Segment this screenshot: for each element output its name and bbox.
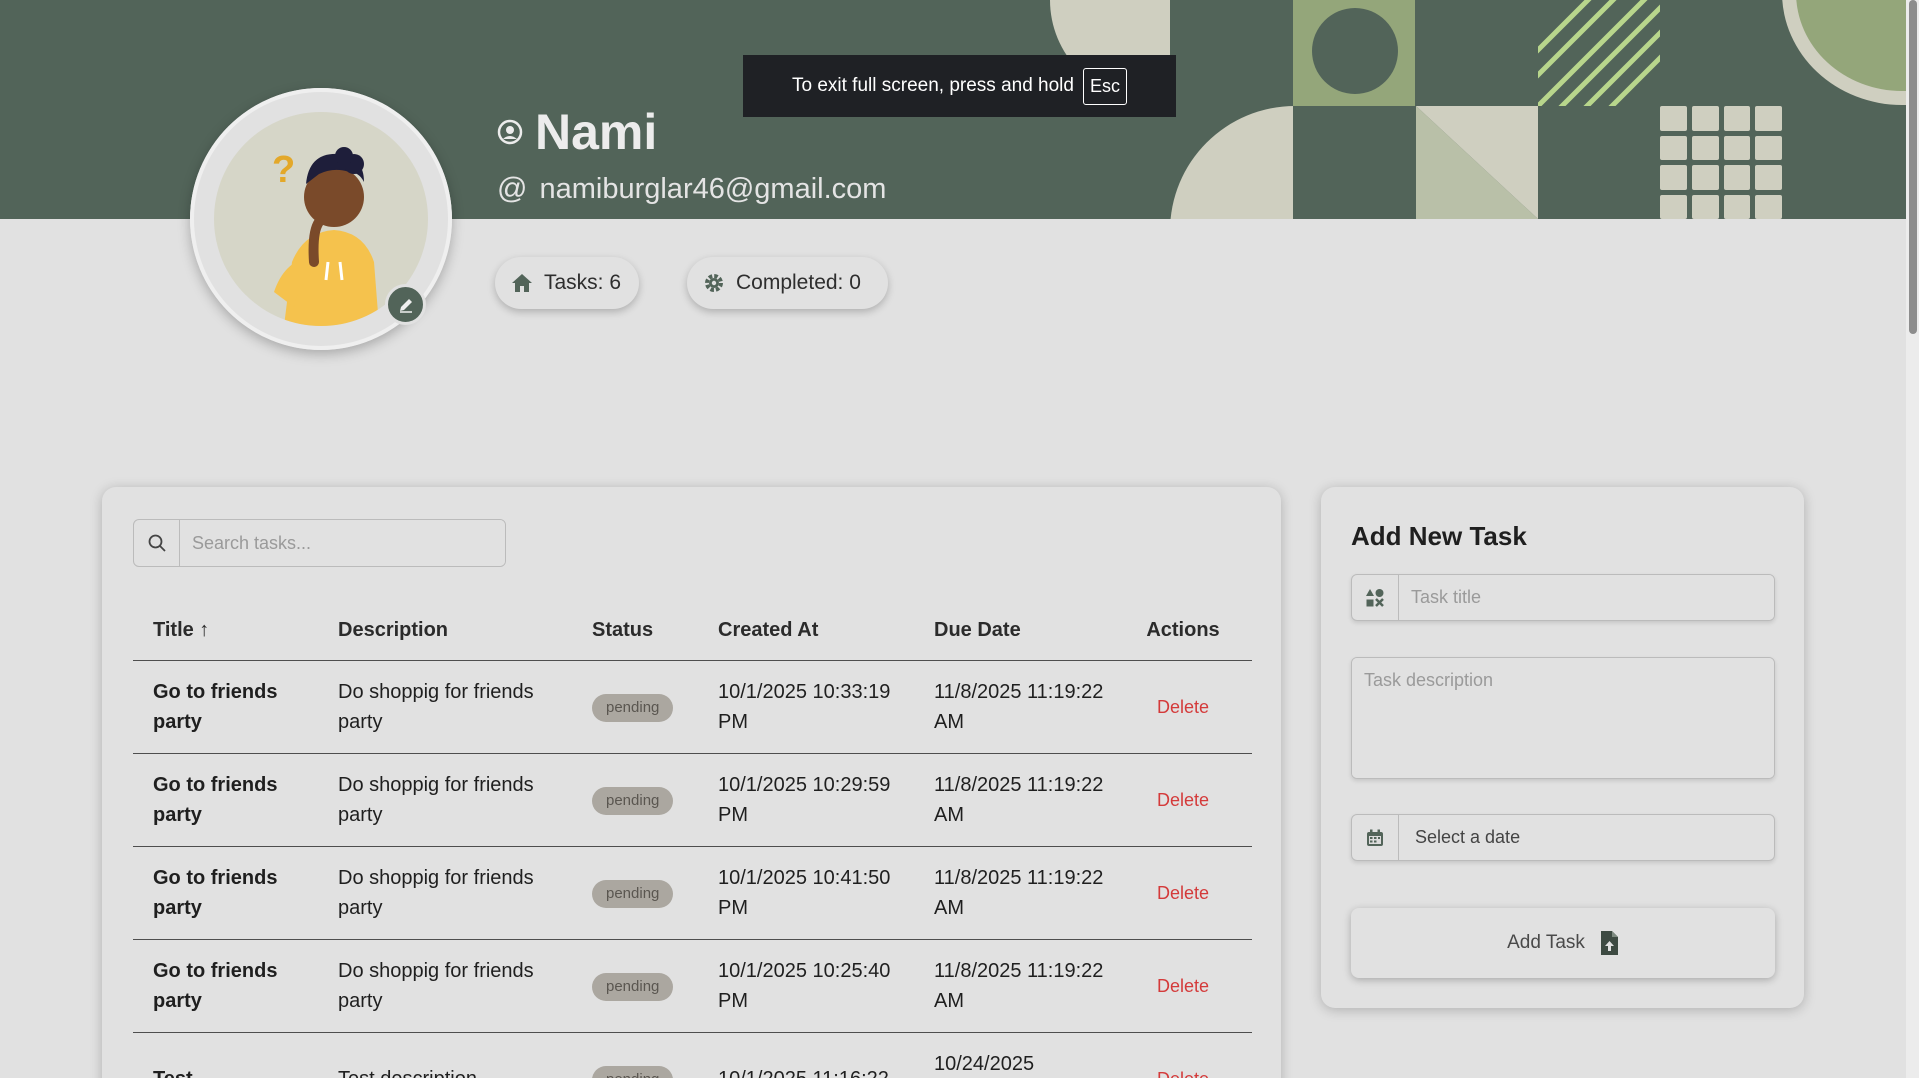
toast-message: To exit full screen, press and hold [791,75,1074,96]
task-title: Test [133,1031,318,1078]
add-task-button-label: Add Task [1507,932,1585,953]
user-email-text: namiburglar46@gmail.com [539,172,887,205]
task-status: pending [572,752,698,846]
at-icon: @ [497,172,528,205]
banner-decoration [1170,0,1294,106]
task-created-at: 10/1/2025 10:25:40 PM [698,938,914,1032]
delete-button[interactable]: Delete [1114,659,1252,753]
edit-avatar-button[interactable] [385,284,426,325]
task-title: Go to friends party [133,938,318,1032]
user-name-text: Nami [535,104,658,160]
table-header-row: Title ↑ Description Status Created At Du… [133,612,1252,660]
svg-text:?: ? [272,149,295,191]
task-created-at: 10/1/2025 10:41:50 PM [698,845,914,939]
column-header-created-at: Created At [718,618,819,641]
delete-button[interactable]: Delete [1114,1031,1252,1078]
task-description: Test description [318,1031,572,1078]
column-header-status: Status [592,618,654,641]
user-circle-icon [497,119,523,145]
tasks-count-text: Tasks: 6 [544,271,622,294]
task-title-field [1351,574,1775,621]
table-row: Go to friends party Do shoppig for frien… [133,938,1252,1032]
user-name: Nami [497,103,657,161]
task-title-input[interactable] [1399,575,1774,620]
task-description-field [1351,657,1775,779]
home-icon [512,274,532,292]
status-badge: pending [592,694,674,722]
column-header-actions: Actions [1146,618,1220,641]
delete-button[interactable]: Delete [1114,845,1252,939]
task-description: Do shoppig for friends party [318,659,572,753]
scrollbar-thumb[interactable] [1909,0,1917,334]
task-title: Go to friends party [133,845,318,939]
task-due-date: 11/8/2025 11:19:22 AM [914,752,1114,846]
task-description-input[interactable] [1352,658,1774,778]
gear-icon [705,274,723,292]
pencil-icon [399,298,412,313]
fullscreen-toast: To exit full screen, press and hold Esc [743,55,1176,117]
banner-decoration [1660,106,1782,219]
banner-decoration [1782,0,1906,105]
task-description: Do shoppig for friends party [318,938,572,1032]
completed-count-text: Completed: 0 [736,271,861,294]
tasks-table: Title ↑ Description Status Created At Du… [133,612,1252,1078]
status-badge: pending [592,1066,674,1078]
shapes-icon [1352,575,1399,620]
due-date-field[interactable]: Select a date [1351,814,1775,861]
task-due-date: 11/8/2025 11:19:22 AM [914,938,1114,1032]
completed-count-badge: Completed: 0 [687,257,888,309]
page-scrollbar[interactable] [1906,0,1919,1078]
search-box [133,519,506,567]
file-upload-icon [1600,931,1618,955]
column-header-due-date: Due Date [934,618,1021,641]
task-title: Go to friends party [133,659,318,753]
add-task-panel: Add New Task Select a date Add Task [1321,487,1804,1008]
table-row: Go to friends party Do shoppig for frien… [133,845,1252,939]
task-created-at: 10/1/2025 10:33:19 PM [698,659,914,753]
task-description: Do shoppig for friends party [318,752,572,846]
column-header-title[interactable]: Title ↑ [133,612,318,660]
task-description: Do shoppig for friends party [318,845,572,939]
task-title: Go to friends party [133,752,318,846]
search-input[interactable] [180,520,505,566]
calendar-icon [1352,815,1399,860]
banner-decoration [1538,0,1660,106]
search-icon [134,520,180,566]
task-due-date: 11/8/2025 11:19:22 AM [914,659,1114,753]
task-created-at: 10/1/2025 11:16:22 [698,1031,914,1078]
esc-key: Esc [1082,67,1127,105]
banner-decoration [1312,8,1398,94]
table-row: Test Test description pending 10/1/2025 … [133,1031,1252,1078]
add-task-heading: Add New Task [1351,521,1527,551]
status-badge: pending [592,787,674,815]
task-status: pending [572,938,698,1032]
add-task-button[interactable]: Add Task [1351,908,1775,978]
due-date-value: Select a date [1415,827,1521,847]
table-row: Go to friends party Do shoppig for frien… [133,659,1252,753]
status-badge: pending [592,973,674,1001]
delete-button[interactable]: Delete [1114,752,1252,846]
table-row: Go to friends party Do shoppig for frien… [133,752,1252,846]
task-due-date: 10/24/2025 10:52:46 [914,1031,1114,1078]
tasks-count-badge: Tasks: 6 [495,257,639,309]
task-due-date: 11/8/2025 11:19:22 AM [914,845,1114,939]
user-email: @ namiburglar46@gmail.com [497,172,886,206]
task-status: pending [572,659,698,753]
column-header-description: Description [338,618,449,641]
task-status: pending [572,845,698,939]
delete-button[interactable]: Delete [1114,938,1252,1032]
task-created-at: 10/1/2025 10:29:59 PM [698,752,914,846]
status-badge: pending [592,880,674,908]
task-status: pending [572,1031,698,1078]
tasks-panel: Title ↑ Description Status Created At Du… [102,487,1281,1078]
